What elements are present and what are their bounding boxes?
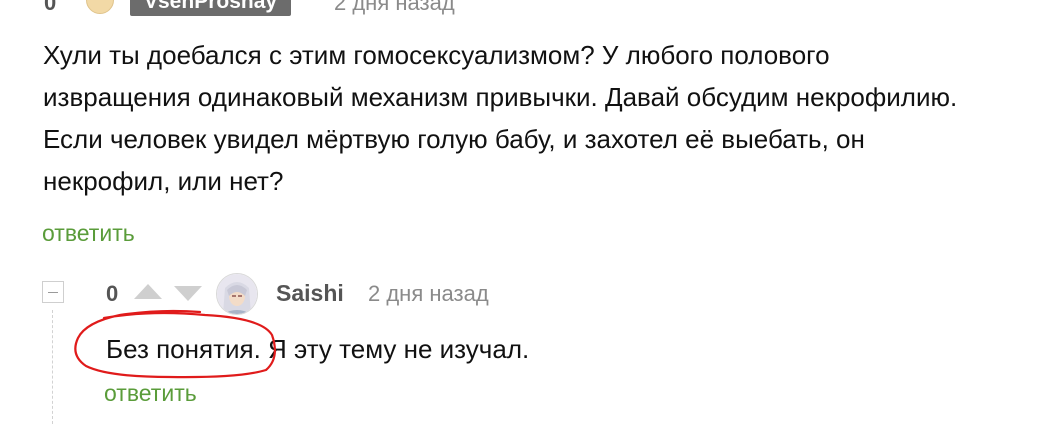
minus-square-icon[interactable] [42, 281, 64, 303]
reply-comment-time: 2 дня назад [368, 281, 489, 306]
reply-comment-text: Без понятия. Я эту тему не изучал. [106, 334, 530, 364]
top-comment-rating: 0 [44, 0, 57, 15]
reply-comment-reply-button[interactable]: ответить [104, 380, 197, 407]
triangle-up-icon[interactable] [134, 284, 162, 299]
top-comment-header: 0 VsehProshay 2 дня назад [0, 0, 1039, 20]
top-comment-author[interactable]: VsehProshay [130, 0, 292, 16]
thread-line [52, 310, 53, 424]
top-comment-reply-button[interactable]: ответить [42, 220, 135, 247]
reply-comment-author[interactable]: Saishi [276, 280, 344, 307]
triangle-down-icon[interactable] [174, 286, 202, 301]
top-comment-time: 2 дня назад [334, 0, 455, 15]
top-comment-avatar[interactable] [86, 0, 114, 14]
reply-comment-rating: 0 [106, 281, 119, 306]
avatar[interactable] [216, 273, 258, 315]
top-comment-text: Хули ты доебался с этим гомосексуализмом… [43, 40, 958, 196]
